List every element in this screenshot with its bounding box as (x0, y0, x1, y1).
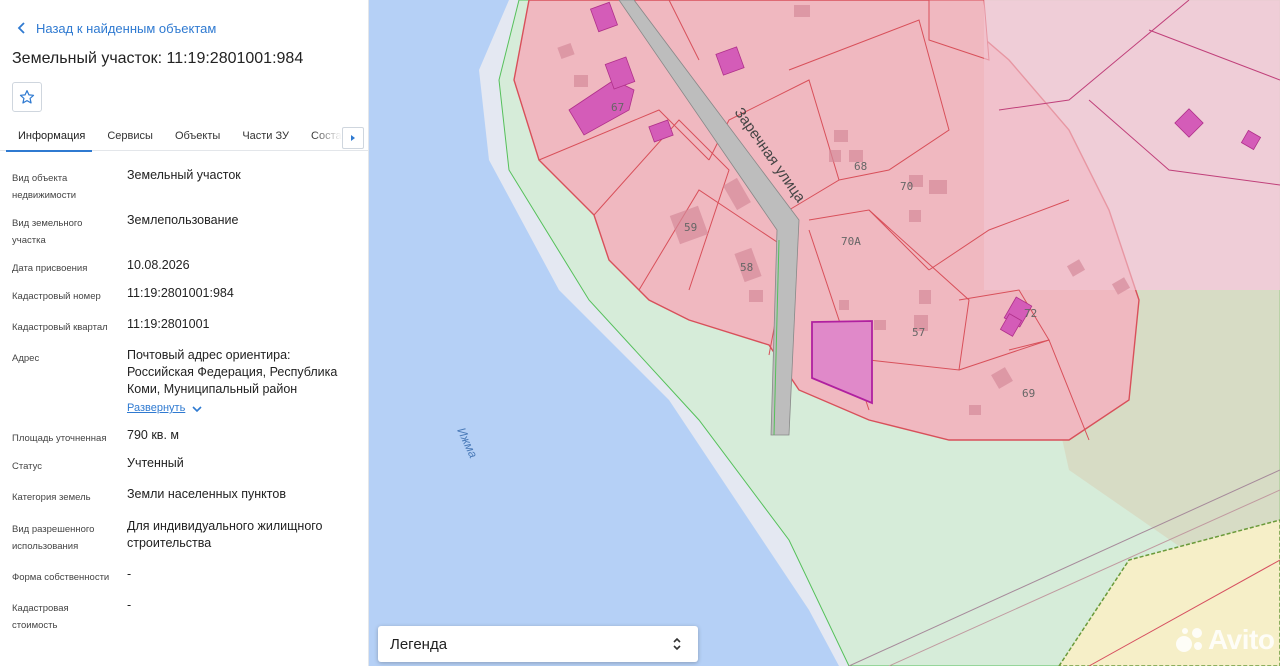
info-panel: Назад к найденным объектам Земельный уча… (0, 0, 369, 666)
field-value: Почтовый адрес ориентира: Российская Фед… (127, 348, 338, 396)
parcel-number-label: 58 (740, 261, 753, 274)
field-value: 10.08.2026 (127, 258, 190, 272)
map-canvas: 67 68 70 70А 59 58 57 72 69 Заречная ули… (454, 0, 1280, 666)
field-value: - (127, 567, 132, 581)
tab-info[interactable]: Информация (0, 124, 96, 152)
field-value: - (127, 598, 132, 612)
page-title: Земельный участок: 11:19:2801001:984 (12, 50, 304, 67)
parcel-number-label: 67 (611, 101, 624, 114)
parcel-number-label: 70А (841, 235, 861, 248)
chevron-down-icon (192, 405, 202, 412)
field-value: Земли населенных пунктов (127, 487, 286, 501)
avito-watermark: Avito (1176, 624, 1275, 656)
expand-address-link[interactable]: Развернуть (127, 400, 204, 417)
field-label: Форма собственности (12, 572, 110, 583)
field-value: Земельный участок (127, 168, 241, 182)
tab-services[interactable]: Сервисы (96, 124, 164, 151)
parcel-number-label: 57 (912, 326, 925, 339)
river-label: Ижма (454, 425, 480, 460)
expand-label: Развернуть (127, 402, 186, 414)
parcel-number-label: 70 (900, 180, 913, 193)
chevron-updown-icon (673, 637, 681, 651)
field-label: Вид земельного участка (12, 218, 83, 246)
field-value: Землепользование (127, 213, 239, 227)
field-value-wrap: Почтовый адрес ориентира: Российская Фед… (127, 347, 357, 417)
field-label: Кадастровый номер (12, 291, 101, 302)
field-value: Для индивидуального жилищного строительс… (127, 519, 323, 550)
legend-dropdown[interactable]: Легенда (378, 626, 698, 662)
field-label: Кадастровая стоимость (12, 603, 69, 631)
parcel-number-label: 59 (684, 221, 697, 234)
caret-right-icon (351, 135, 355, 141)
field-label: Вид разрешенного использования (12, 524, 95, 552)
field-value: 11:19:2801001:984 (127, 286, 234, 300)
tab-parts[interactable]: Части ЗУ (231, 124, 300, 151)
watermark-text: Avito (1208, 624, 1275, 655)
tab-fade (312, 124, 342, 150)
back-link[interactable]: Назад к найденным объектам (14, 20, 216, 36)
star-icon (19, 90, 35, 104)
field-value: 790 кв. м (127, 428, 179, 442)
field-label: Статус (12, 461, 43, 472)
field-label: Вид объекта недвижимости (12, 173, 77, 201)
field-label: Кадастровый квартал (12, 322, 108, 333)
field-label: Категория земель (12, 492, 91, 503)
field-value: Учтенный (127, 456, 184, 470)
parcel-number-label: 69 (1022, 387, 1035, 400)
tabs-scroll-button[interactable] (342, 127, 364, 149)
field-label: Площадь уточненная (12, 433, 107, 444)
chevron-left-icon (17, 22, 25, 34)
tab-objects[interactable]: Объекты (164, 124, 231, 151)
field-label: Адрес (12, 353, 40, 364)
cadastral-map[interactable]: 67 68 70 70А 59 58 57 72 69 Заречная ули… (369, 0, 1280, 666)
parcel-number-label: 68 (854, 160, 867, 173)
field-label: Дата присвоения (12, 263, 88, 274)
parcel-top-right-2 (984, 0, 1280, 290)
back-link-label: Назад к найденным объектам (36, 20, 217, 36)
avito-logo-icon (1176, 626, 1206, 654)
field-value: 11:19:2801001 (127, 317, 210, 331)
favorite-button[interactable] (12, 82, 42, 112)
parcel-number-label: 72 (1024, 307, 1037, 320)
legend-label: Легенда (390, 635, 448, 653)
